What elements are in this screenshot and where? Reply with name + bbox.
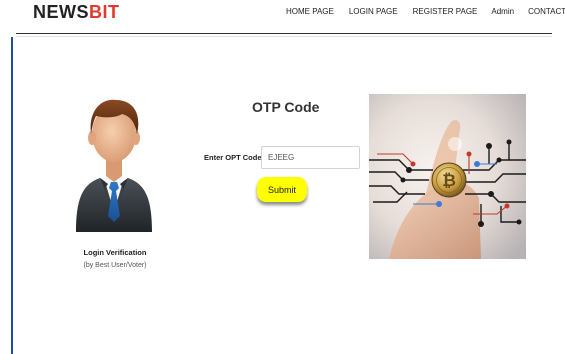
nav-login-page[interactable]: LOGIN PAGE (349, 7, 398, 16)
page: NEWSBIT HOME PAGE LOGIN PAGE REGISTER PA… (0, 0, 565, 354)
header-divider-shadow (16, 36, 552, 37)
logo-main: NEWS (33, 2, 89, 22)
bitcoin-circuit-image: ₿ (369, 94, 526, 259)
otp-heading: OTP Code (252, 99, 320, 115)
nav-admin[interactable]: Admin (491, 7, 514, 16)
site-logo[interactable]: NEWSBIT (33, 2, 120, 23)
nav-home-page[interactable]: HOME PAGE (286, 7, 334, 16)
businessman-avatar-icon (76, 99, 152, 232)
otp-code-input[interactable] (261, 146, 360, 169)
verification-title: Login Verification (83, 248, 147, 257)
verification-subtitle: (by Best User/Voter) (83, 262, 147, 269)
submit-button[interactable]: Submit (257, 177, 307, 202)
header-divider (16, 33, 552, 34)
main-nav: HOME PAGE LOGIN PAGE REGISTER PAGE Admin… (286, 7, 565, 16)
otp-code-label: Enter OPT Code (204, 153, 262, 162)
logo-accent: BIT (89, 2, 120, 22)
svg-text:₿: ₿ (442, 171, 456, 190)
content-left-border (11, 37, 13, 354)
nav-register-page[interactable]: REGISTER PAGE (413, 7, 478, 16)
nav-contact[interactable]: CONTACT (528, 7, 565, 16)
